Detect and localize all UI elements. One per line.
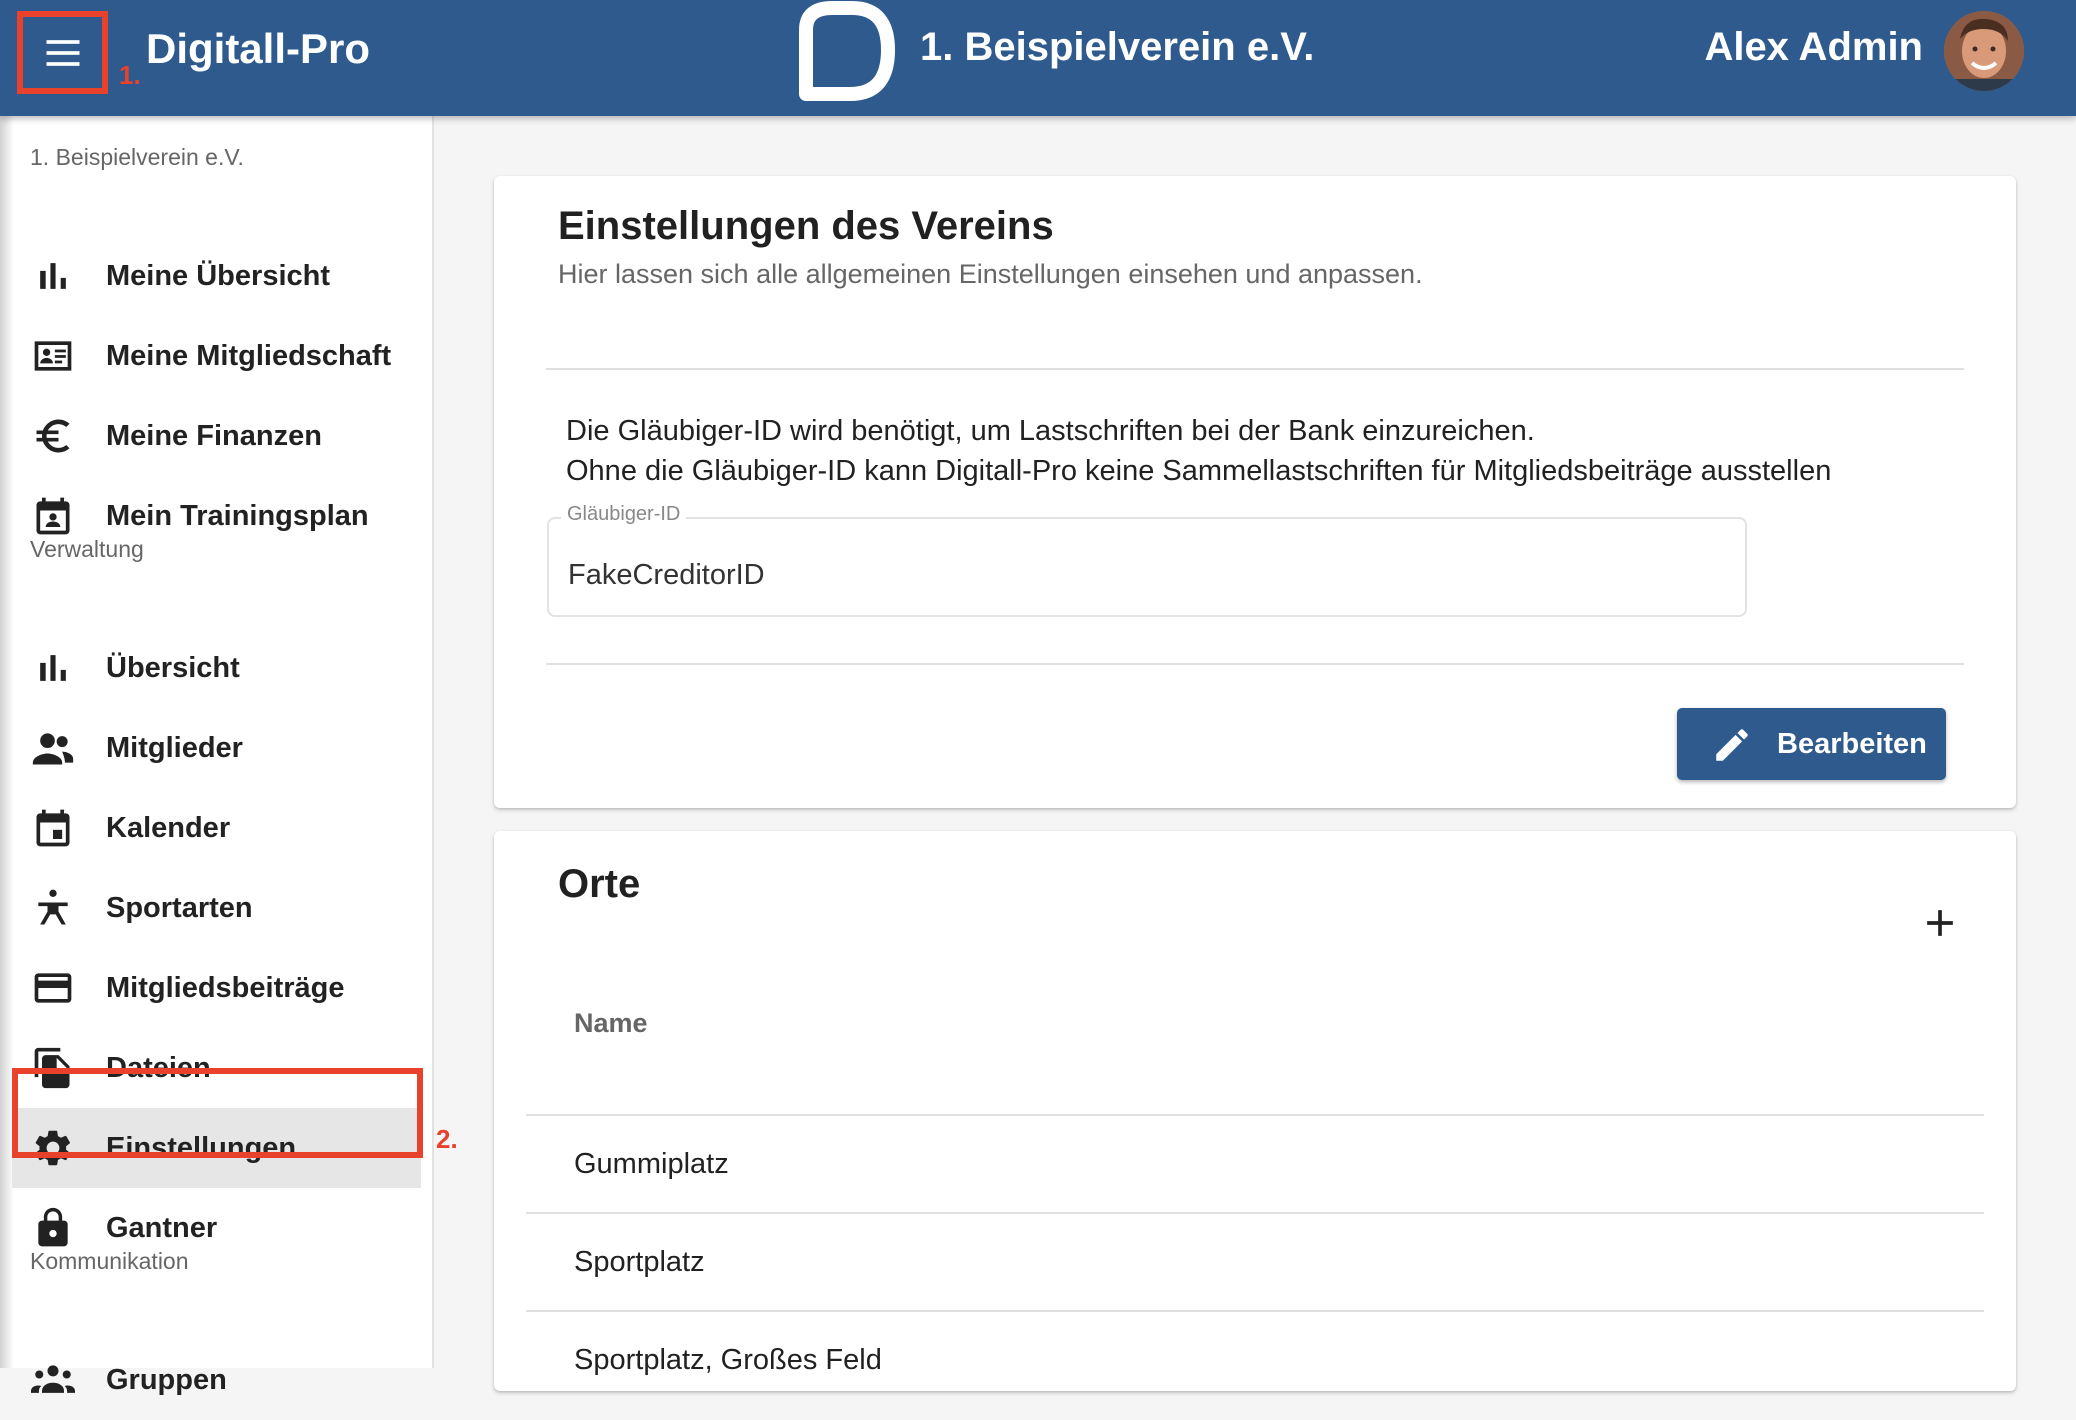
- add-icon[interactable]: [1918, 901, 1962, 945]
- annotation-step-1: 1.: [119, 60, 141, 90]
- sidebar-item-dateien[interactable]: Dateien: [12, 1028, 421, 1108]
- sidebar-item-kalender[interactable]: Kalender: [12, 788, 421, 868]
- divider: [546, 368, 1964, 370]
- table-row[interactable]: Sportplatz, Großes Feld: [574, 1344, 882, 1377]
- app-title[interactable]: Digitall-Pro: [146, 25, 370, 73]
- sidebar-section-kommunikation: Kommunikation: [30, 1248, 189, 1274]
- settings-card: Einstellungen des Vereins Hier lassen si…: [494, 176, 2016, 808]
- gear-icon: [30, 1125, 76, 1171]
- sidebar-item-meine-mitgliedschaft[interactable]: Meine Mitgliedschaft: [12, 316, 421, 396]
- sidebar-item-uebersicht[interactable]: Übersicht: [12, 628, 421, 708]
- people-icon: [30, 725, 76, 771]
- table-row[interactable]: Sportplatz: [574, 1246, 705, 1279]
- sidebar-item-sportarten[interactable]: Sportarten: [12, 868, 421, 948]
- sidebar: 1. Beispielverein e.V. Meine Übersicht M…: [0, 116, 434, 1396]
- sidebar-item-mitgliedsbeitraege[interactable]: Mitgliedsbeiträge: [12, 948, 421, 1028]
- sidebar-item-label: Übersicht: [106, 651, 240, 684]
- row-divider: [526, 1212, 1984, 1214]
- sidebar-item-label: Meine Finanzen: [106, 419, 322, 452]
- sidebar-item-label: Sportarten: [106, 891, 253, 924]
- sidebar-item-label: Gantner: [106, 1211, 218, 1244]
- sidebar-item-label: Meine Übersicht: [106, 259, 330, 292]
- top-app-bar: 1. Digitall-Pro 1. Beispielverein e.V. A…: [0, 0, 2076, 116]
- calendar-icon: [30, 805, 76, 851]
- sport-figure-icon: [30, 885, 76, 931]
- menu-button[interactable]: [17, 11, 108, 94]
- settings-title: Einstellungen des Vereins: [558, 204, 1054, 248]
- bar-chart-icon: [30, 645, 76, 691]
- edit-button[interactable]: Bearbeiten: [1677, 708, 1946, 780]
- lock-icon: [30, 1205, 76, 1251]
- user-avatar[interactable]: [1944, 11, 2024, 91]
- places-card: Orte Name Gummiplatz Sportplatz Sportpla…: [494, 831, 2016, 1391]
- creditor-id-label: Gläubiger-ID: [561, 503, 687, 526]
- places-title: Orte: [558, 862, 641, 906]
- creditor-info: Die Gläubiger-ID wird benötigt, um Lasts…: [566, 411, 1831, 491]
- sidebar-item-mitglieder[interactable]: Mitglieder: [12, 708, 421, 788]
- sidebar-item-label: Mitgliedsbeiträge: [106, 971, 345, 1004]
- creditor-info-line-1: Die Gläubiger-ID wird benötigt, um Lasts…: [566, 415, 1535, 447]
- hamburger-icon: [46, 39, 79, 66]
- credit-card-icon: [30, 965, 76, 1011]
- divider: [546, 663, 1964, 665]
- sidebar-section-verwaltung: Verwaltung: [30, 536, 144, 562]
- euro-icon: [30, 413, 76, 459]
- groups-icon: [30, 1357, 76, 1403]
- creditor-id-value: FakeCreditorID: [568, 559, 765, 591]
- sidebar-item-label: Kalender: [106, 811, 231, 844]
- id-card-icon: [30, 333, 76, 379]
- user-name[interactable]: Alex Admin: [1704, 25, 1923, 70]
- sidebar-item-label: Meine Mitgliedschaft: [106, 339, 392, 372]
- settings-subtitle: Hier lassen sich alle allgemeinen Einste…: [558, 259, 1423, 289]
- sidebar-item-gruppen[interactable]: Gruppen: [12, 1340, 421, 1420]
- sidebar-item-meine-finanzen[interactable]: Meine Finanzen: [12, 396, 421, 476]
- creditor-id-field[interactable]: Gläubiger-ID FakeCreditorID: [547, 503, 1747, 617]
- calendar-person-icon: [30, 493, 76, 539]
- sidebar-item-label: Gruppen: [106, 1363, 227, 1396]
- sidebar-item-label: Mitglieder: [106, 731, 243, 764]
- row-divider: [526, 1310, 1984, 1312]
- table-row[interactable]: Gummiplatz: [574, 1148, 729, 1181]
- sidebar-item-label: Einstellungen: [106, 1131, 297, 1164]
- organization-title: 1. Beispielverein e.V.: [920, 25, 1315, 69]
- sidebar-org-label: 1. Beispielverein e.V.: [30, 144, 244, 170]
- brand-logo: [799, 1, 895, 101]
- avatar-photo: [1944, 11, 2024, 91]
- creditor-info-line-2: Ohne die Gläubiger-ID kann Digitall-Pro …: [566, 455, 1832, 487]
- sidebar-item-einstellungen[interactable]: Einstellungen: [12, 1108, 421, 1188]
- files-icon: [30, 1045, 76, 1091]
- column-header-name[interactable]: Name: [574, 1008, 648, 1039]
- edit-button-label: Bearbeiten: [1777, 727, 1927, 760]
- sidebar-item-label: Dateien: [106, 1051, 211, 1084]
- sidebar-item-meine-uebersicht[interactable]: Meine Übersicht: [12, 236, 421, 316]
- bar-chart-icon: [30, 253, 76, 299]
- row-divider: [526, 1114, 1984, 1116]
- sidebar-item-label: Mein Trainingsplan: [106, 499, 369, 532]
- pencil-icon: [1716, 729, 1748, 761]
- annotation-step-2: 2.: [436, 1124, 458, 1154]
